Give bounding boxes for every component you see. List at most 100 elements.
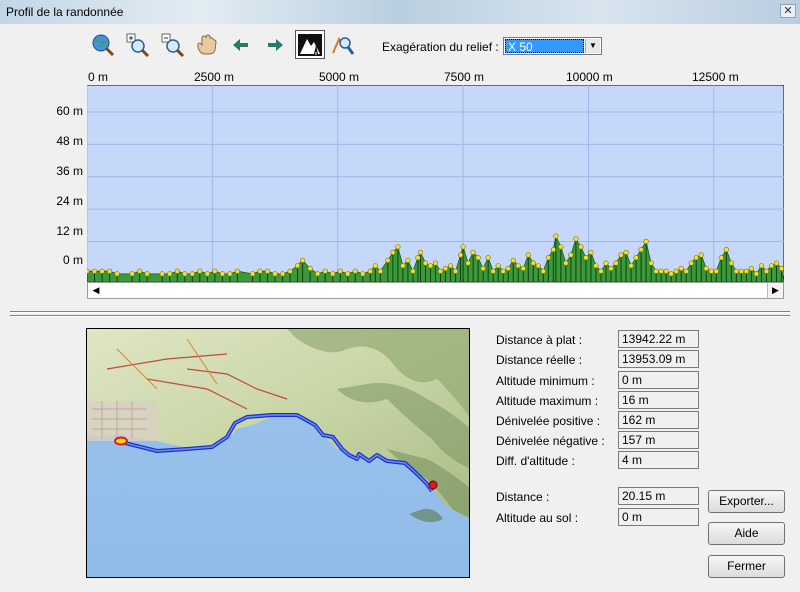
- profile-point: [633, 255, 639, 261]
- profile-point: [703, 265, 709, 272]
- profile-point: [578, 244, 584, 250]
- profile-point: [638, 247, 644, 253]
- profile-point: [395, 244, 401, 250]
- close-icon[interactable]: ✕: [780, 4, 796, 18]
- positive-gain-value: 162 m: [618, 411, 699, 429]
- profile-point: [668, 271, 674, 277]
- x-tick-label: 0 m: [88, 70, 109, 84]
- profile-point: [628, 263, 634, 269]
- profile-point: [495, 263, 501, 269]
- y-tick-label: 60 m: [56, 104, 83, 118]
- y-tick-label: 36 m: [56, 164, 83, 178]
- arrow-left-icon[interactable]: [228, 32, 254, 58]
- y-tick-label: 0 m: [62, 253, 83, 267]
- profile-point: [485, 255, 491, 261]
- profile-point: [432, 260, 439, 266]
- profile-point: [603, 260, 609, 266]
- profile-point: [618, 252, 624, 258]
- globe-zoom-icon[interactable]: [90, 32, 116, 58]
- relief-mode-icon[interactable]: [295, 30, 325, 59]
- arrow-right-icon[interactable]: [262, 32, 288, 58]
- divider: [10, 316, 790, 317]
- profile-point: [212, 268, 218, 274]
- profile-point: [400, 263, 406, 269]
- profile-point: [553, 233, 559, 239]
- profile-point: [598, 268, 604, 274]
- profile-point: [300, 257, 306, 264]
- profile-point: [593, 263, 599, 269]
- profile-point: [447, 263, 454, 269]
- profile-point: [568, 252, 574, 258]
- max-altitude-label: Altitude maximum :: [496, 394, 599, 408]
- profile-point: [713, 268, 719, 274]
- profile-point: [219, 271, 225, 277]
- relief-exaggeration-select[interactable]: X 50 ▼: [503, 37, 602, 55]
- profile-point: [377, 268, 383, 274]
- cursor-distance-value: 20.15 m: [618, 487, 699, 505]
- profile-point: [330, 271, 336, 277]
- export-button[interactable]: Exporter...: [708, 490, 785, 513]
- profile-scrollbar[interactable]: ◀ ▶: [87, 282, 784, 299]
- profile-point: [174, 268, 180, 274]
- profile-point: [500, 268, 506, 274]
- profile-point: [437, 268, 444, 274]
- profile-point: [558, 244, 564, 250]
- profile-point: [295, 263, 301, 269]
- profile-point: [583, 255, 589, 261]
- profile-point: [114, 271, 120, 277]
- pan-hand-icon[interactable]: [194, 32, 220, 58]
- min-altitude-value: 0 m: [618, 371, 699, 389]
- profile-point: [728, 260, 734, 266]
- profile-point: [758, 263, 765, 269]
- scroll-left-icon[interactable]: ◀: [88, 283, 104, 298]
- profile-point: [588, 249, 594, 255]
- profile-point: [490, 268, 496, 274]
- profile-point: [683, 268, 689, 274]
- profile-point: [197, 268, 203, 274]
- profile-point: [189, 271, 195, 277]
- x-tick-label: 5000 m: [319, 70, 360, 84]
- profile-point: [505, 265, 511, 272]
- x-tick-label: 10000 m: [566, 70, 613, 84]
- chevron-down-icon[interactable]: ▼: [585, 39, 600, 53]
- elevation-profile-chart[interactable]: [87, 85, 784, 282]
- y-tick-label: 48 m: [56, 134, 83, 148]
- profile-point: [525, 252, 531, 258]
- dialog-body: Exagération du relief : X 50 ▼ 0 m 2500 …: [0, 24, 800, 592]
- negative-gain-label: Dénivelée négative :: [496, 434, 605, 448]
- profile-point: [663, 268, 669, 274]
- zoom-out-icon[interactable]: [160, 32, 186, 58]
- cursor-distance-label: Distance :: [496, 490, 550, 504]
- x-tick-label: 7500 m: [444, 70, 485, 84]
- relief-exaggeration-value: X 50: [505, 39, 584, 54]
- profile-point: [573, 236, 579, 242]
- zoom-in-icon[interactable]: [125, 32, 151, 58]
- scroll-right-icon[interactable]: ▶: [767, 283, 783, 298]
- altitude-diff-label: Diff. d'altitude :: [496, 454, 575, 468]
- profile-point: [693, 255, 699, 261]
- profile-point: [91, 268, 98, 274]
- profile-point: [457, 252, 464, 258]
- profile-point: [279, 271, 286, 277]
- route-map[interactable]: [86, 328, 470, 578]
- profile-point: [417, 249, 424, 255]
- plot-area: [87, 85, 784, 282]
- profile-point: [475, 255, 481, 261]
- profile-point: [778, 265, 784, 272]
- relief-exaggeration-label: Exagération du relief :: [382, 40, 499, 54]
- profile-point: [510, 257, 516, 264]
- negative-gain-value: 157 m: [618, 431, 699, 449]
- profile-point: [623, 249, 629, 255]
- profile-point: [352, 268, 358, 274]
- profile-tool-icon[interactable]: [330, 32, 356, 58]
- help-button[interactable]: Aide: [708, 522, 785, 545]
- close-button[interactable]: Fermer: [708, 555, 785, 578]
- profile-point: [182, 271, 188, 277]
- title-bar[interactable]: Profil de la randonnée ✕: [0, 0, 800, 24]
- real-distance-label: Distance réelle :: [496, 353, 583, 367]
- profile-point: [372, 263, 378, 269]
- profile-point: [99, 268, 105, 274]
- profile-point: [390, 249, 396, 255]
- profile-point: [129, 271, 135, 277]
- min-altitude-label: Altitude minimum :: [496, 374, 595, 388]
